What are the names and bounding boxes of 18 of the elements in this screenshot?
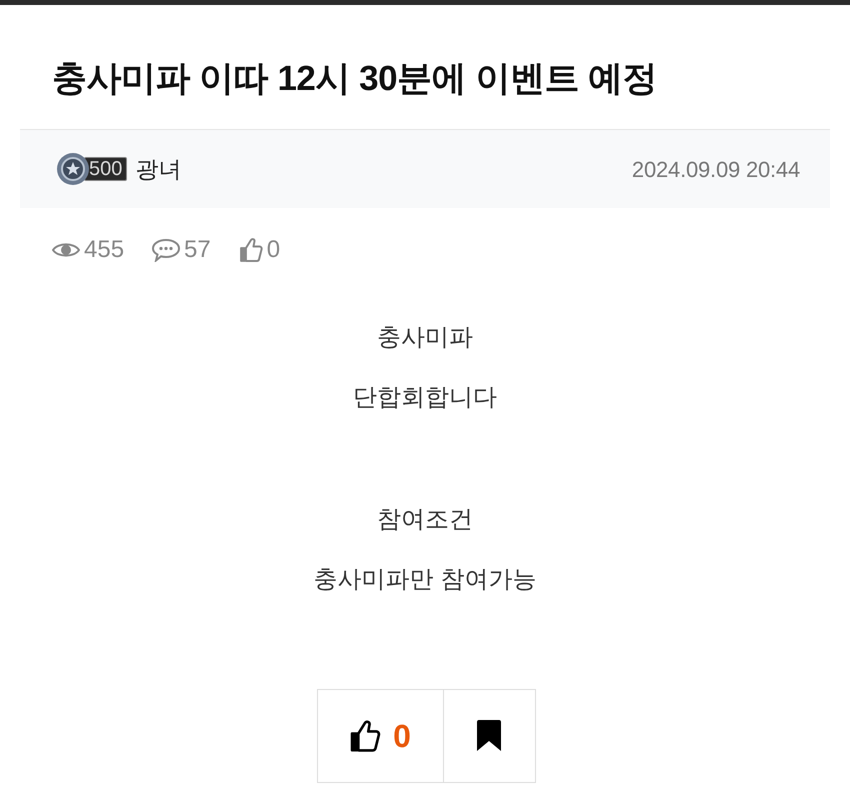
speech-bubble-icon (152, 238, 180, 262)
medal-icon (56, 152, 90, 186)
body-text: 단합회합니다 (353, 383, 497, 413)
thumbs-up-icon (349, 719, 382, 753)
body-text: 참여조건 (376, 505, 473, 535)
comment-count: 57 (184, 235, 211, 265)
view-count: 455 (84, 235, 124, 265)
like-count: 0 (266, 235, 280, 265)
like-button[interactable]: 0 (316, 689, 444, 783)
body-text: 충사미파만 참여가능 (314, 565, 536, 595)
thumbs-up-icon (238, 237, 263, 263)
post-title: 충사미파 이따 12시 30분에 이벤트 예정 (52, 58, 658, 100)
bookmark-icon (475, 719, 503, 753)
author-name: 광녀 (135, 154, 182, 184)
post-date: 2024.09.09 20:44 (632, 156, 800, 184)
body-text: 충사미파 (377, 323, 473, 353)
bookmark-button[interactable] (444, 689, 536, 783)
eye-icon (52, 241, 80, 259)
